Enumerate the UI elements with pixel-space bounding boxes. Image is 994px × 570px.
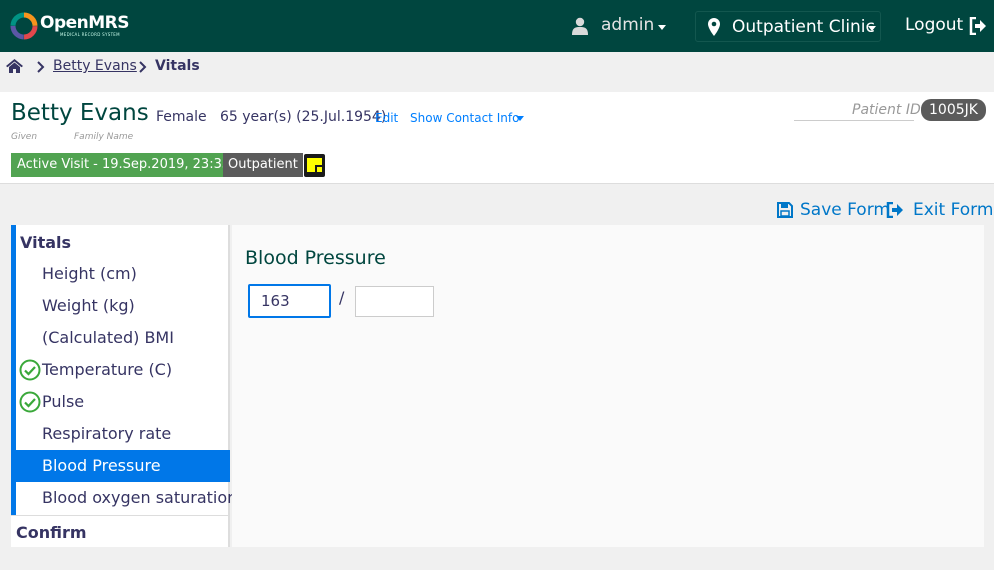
nav-confirm-label: Confirm	[16, 523, 87, 542]
nav-item-weight[interactable]: Weight (kg)	[16, 290, 230, 322]
bp-separator: /	[339, 288, 345, 307]
check-circle-icon	[19, 359, 41, 381]
question-panel: Blood Pressure /	[232, 225, 984, 547]
nav-item-label: Temperature (C)	[42, 360, 173, 379]
nav-item-respiratory-rate[interactable]: Respiratory rate	[16, 418, 230, 450]
active-visit-badge[interactable]: Active Visit - 19.Sep.2019, 23:33:56	[11, 153, 258, 177]
top-header: OpenMRS MEDICAL RECORD SYSTEM admin Outp…	[0, 0, 994, 52]
nav-item-label: Pulse	[42, 392, 85, 411]
patient-header: Betty Evans Given Family Name Female 65 …	[0, 92, 994, 184]
chevron-down-icon	[868, 26, 876, 31]
breadcrumb: Betty Evans Vitals	[0, 52, 994, 82]
patient-id-label: Patient ID	[852, 102, 921, 118]
user-icon	[572, 17, 588, 35]
form-area: Save Form Exit Form Vitals Height (cm) W…	[10, 194, 993, 550]
nav-item-label: Blood oxygen saturation	[42, 488, 238, 507]
check-circle-icon	[19, 391, 41, 413]
nav-item-label: Height (cm)	[42, 264, 137, 283]
nav-item-blood-oxygen[interactable]: Blood oxygen saturation	[16, 482, 237, 514]
given-name-label: Given	[11, 132, 38, 142]
breadcrumb-current: Vitals	[155, 58, 200, 74]
nav-item-label: (Calculated) BMI	[42, 328, 174, 347]
nav-item-pulse[interactable]: Pulse	[16, 386, 230, 418]
home-icon[interactable]	[6, 59, 23, 73]
nav-section-vitals[interactable]: Vitals	[20, 233, 71, 252]
show-contact-info-link[interactable]: Show Contact Info	[410, 111, 519, 125]
divider	[794, 120, 914, 121]
user-label[interactable]: admin	[601, 15, 654, 35]
sign-out-icon[interactable]	[886, 202, 904, 218]
floppy-disk-icon[interactable]	[777, 202, 793, 218]
app-name[interactable]: OpenMRS	[40, 13, 130, 33]
sticky-note-icon[interactable]	[304, 154, 325, 177]
form-navigation: Vitals Height (cm) Weight (kg) (Calculat…	[11, 225, 237, 547]
chevron-right-icon	[37, 61, 45, 73]
chevron-right-icon	[139, 61, 147, 73]
systolic-input[interactable]	[248, 284, 331, 318]
map-pin-icon	[708, 18, 720, 36]
nav-item-bmi[interactable]: (Calculated) BMI	[16, 322, 230, 354]
exit-form-button[interactable]: Exit Form	[913, 200, 993, 220]
logout-link[interactable]: Logout	[905, 15, 963, 35]
location-selector[interactable]: Outpatient Clinic	[695, 11, 881, 42]
nav-item-label: Respiratory rate	[42, 424, 172, 443]
patient-id-badge: 1005JK	[921, 99, 986, 121]
nav-item-label: Weight (kg)	[42, 296, 135, 315]
chevron-down-icon	[658, 25, 666, 30]
patient-demographics: Female 65 year(s) (25.Jul.1954)	[156, 109, 387, 125]
chevron-down-icon[interactable]	[516, 116, 524, 121]
location-label[interactable]: Outpatient Clinic	[732, 17, 875, 37]
question-title: Blood Pressure	[245, 247, 386, 269]
nav-item-temperature[interactable]: Temperature (C)	[16, 354, 230, 386]
openmrs-logo-icon[interactable]	[10, 12, 38, 40]
nav-section-confirm[interactable]: Confirm	[11, 515, 230, 547]
breadcrumb-patient-link[interactable]: Betty Evans	[53, 58, 137, 74]
nav-item-blood-pressure[interactable]: Blood Pressure	[16, 450, 230, 482]
sign-out-icon[interactable]	[969, 17, 987, 35]
app-tagline: MEDICAL RECORD SYSTEM	[60, 32, 120, 37]
family-name-label: Family Name	[74, 132, 134, 142]
patient-name: Betty Evans	[11, 100, 149, 126]
edit-patient-link[interactable]: Edit	[375, 111, 398, 125]
nav-item-height[interactable]: Height (cm)	[16, 258, 230, 290]
visit-type-badge: Outpatient	[223, 153, 303, 177]
save-form-button[interactable]: Save Form	[800, 200, 890, 220]
nav-item-label: Blood Pressure	[42, 456, 161, 475]
diastolic-input[interactable]	[355, 286, 434, 317]
